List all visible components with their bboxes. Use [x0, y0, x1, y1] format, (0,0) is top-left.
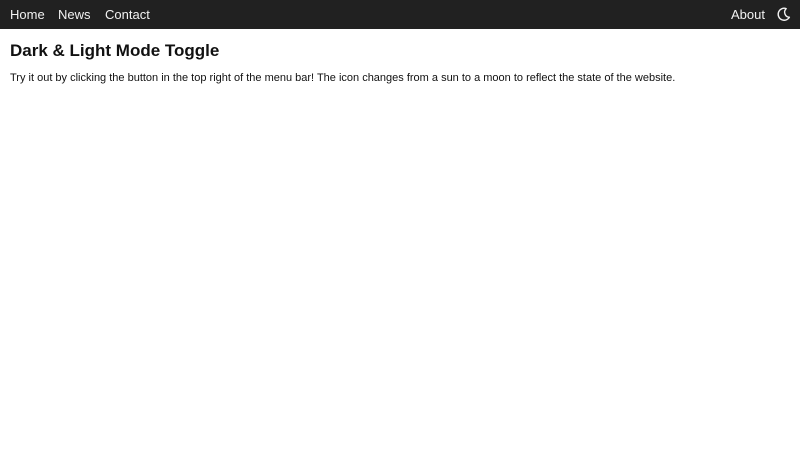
main-content: Dark & Light Mode Toggle Try it out by c… — [10, 40, 790, 85]
page-description: Try it out by clicking the button in the… — [10, 72, 676, 84]
nav-link-news[interactable]: News — [58, 0, 91, 29]
moon-icon — [777, 7, 791, 21]
theme-toggle-button[interactable] — [776, 6, 792, 22]
nav-link-contact[interactable]: Contact — [105, 0, 150, 29]
top-navigation-bar: Home News Contact About — [0, 0, 800, 29]
nav-link-about[interactable]: About — [731, 0, 765, 29]
nav-link-home[interactable]: Home — [10, 0, 45, 29]
page-title: Dark & Light Mode Toggle — [10, 41, 220, 60]
